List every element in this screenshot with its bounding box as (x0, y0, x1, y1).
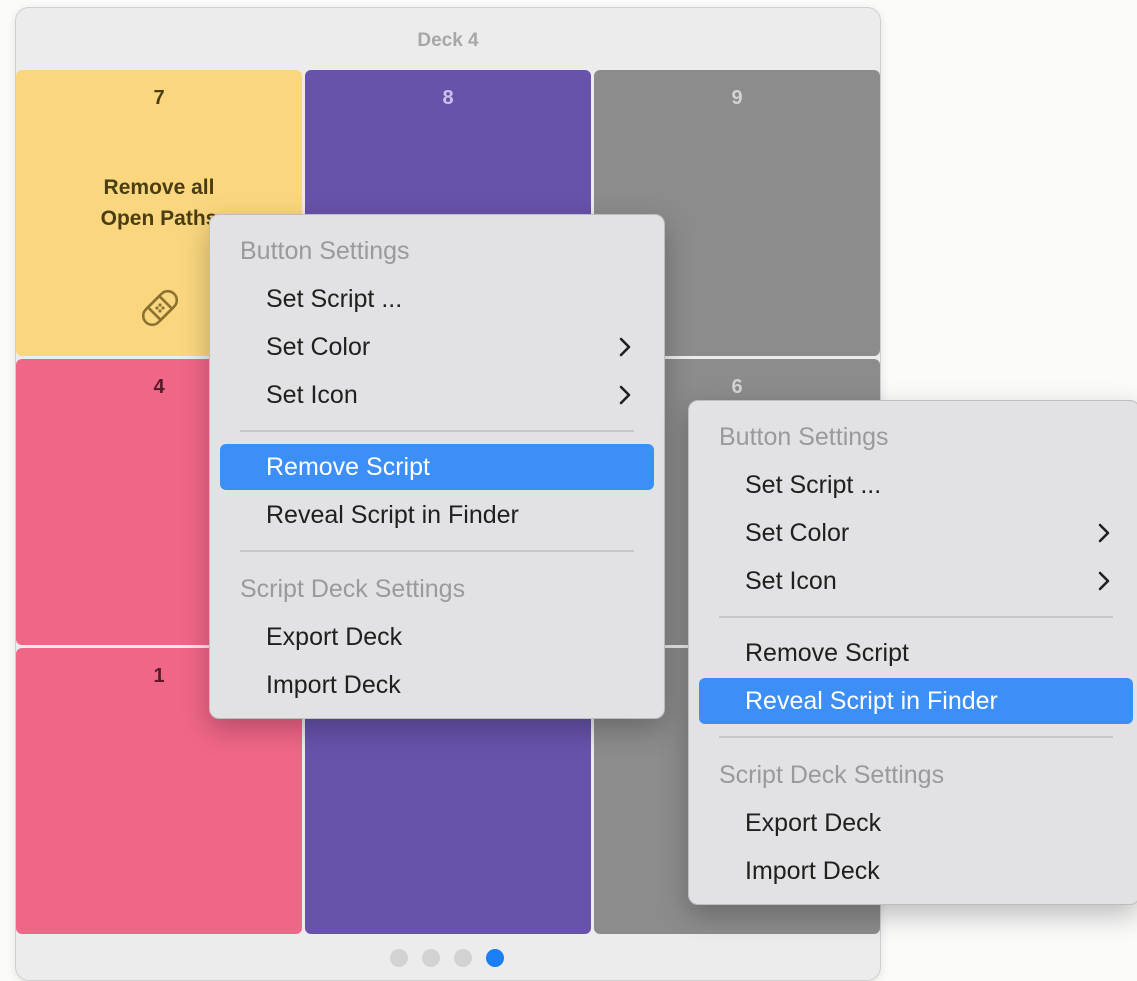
menu-item-set-color[interactable]: Set Color (699, 510, 1133, 556)
menu-item-set-script[interactable]: Set Script ... (220, 276, 654, 322)
menu-item-label: Import Deck (745, 857, 880, 885)
button-number: 8 (442, 87, 454, 109)
menu-item-label: Export Deck (745, 809, 882, 837)
menu-item-label: Set Script ... (745, 471, 882, 499)
chevron-right-icon (1098, 523, 1110, 543)
menu-header-deck-settings: Script Deck Settings (719, 761, 945, 789)
menu-header-button-settings: Button Settings (719, 423, 889, 451)
menu-item-label: Reveal Script in Finder (745, 687, 998, 715)
menu-item-set-color[interactable]: Set Color (220, 324, 654, 370)
menu-item-label: Set Script ... (266, 285, 403, 313)
chevron-right-icon (1098, 571, 1110, 591)
menu-item-label: Reveal Script in Finder (266, 501, 519, 529)
menu-item-import-deck[interactable]: Import Deck (699, 848, 1133, 894)
menu-header-button-settings: Button Settings (240, 237, 410, 265)
menu-item-reveal-script[interactable]: Reveal Script in Finder (699, 678, 1133, 724)
menu-item-import-deck[interactable]: Import Deck (220, 662, 654, 708)
button-number: 7 (153, 87, 165, 109)
page-dot[interactable] (390, 949, 408, 967)
button-number: 9 (731, 87, 743, 109)
page-dot-active[interactable] (486, 949, 504, 967)
menu-separator (240, 430, 634, 432)
context-menu-1: Button Settings Set Script ... Set Color… (209, 214, 665, 719)
page-dot[interactable] (454, 949, 472, 967)
menu-item-set-script[interactable]: Set Script ... (699, 462, 1133, 508)
bandage-icon (141, 289, 179, 327)
chevron-right-icon (619, 385, 631, 405)
menu-item-label: Set Icon (745, 567, 837, 595)
context-menu-2: Button Settings Set Script ... Set Color… (688, 400, 1137, 905)
menu-item-label: Export Deck (266, 623, 403, 651)
page-indicator (390, 949, 504, 967)
menu-separator (240, 550, 634, 552)
menu-item-label: Set Color (266, 333, 371, 361)
chevron-right-icon (619, 337, 631, 357)
menu-item-export-deck[interactable]: Export Deck (220, 614, 654, 660)
menu-item-label: Set Icon (266, 381, 358, 409)
menu-item-reveal-script[interactable]: Reveal Script in Finder (220, 492, 654, 538)
menu-item-set-icon[interactable]: Set Icon (220, 372, 654, 418)
menu-separator (719, 736, 1113, 738)
menu-item-label: Set Color (745, 519, 850, 547)
menu-item-remove-script[interactable]: Remove Script (220, 444, 654, 490)
menu-item-label: Remove Script (266, 453, 430, 481)
page-dot[interactable] (422, 949, 440, 967)
menu-header-deck-settings: Script Deck Settings (240, 575, 466, 603)
menu-item-set-icon[interactable]: Set Icon (699, 558, 1133, 604)
menu-item-export-deck[interactable]: Export Deck (699, 800, 1133, 846)
menu-item-remove-script[interactable]: Remove Script (699, 630, 1133, 676)
menu-item-label: Import Deck (266, 671, 401, 699)
menu-item-label: Remove Script (745, 639, 909, 667)
menu-separator (719, 616, 1113, 618)
window-title: Deck 4 (417, 30, 479, 51)
